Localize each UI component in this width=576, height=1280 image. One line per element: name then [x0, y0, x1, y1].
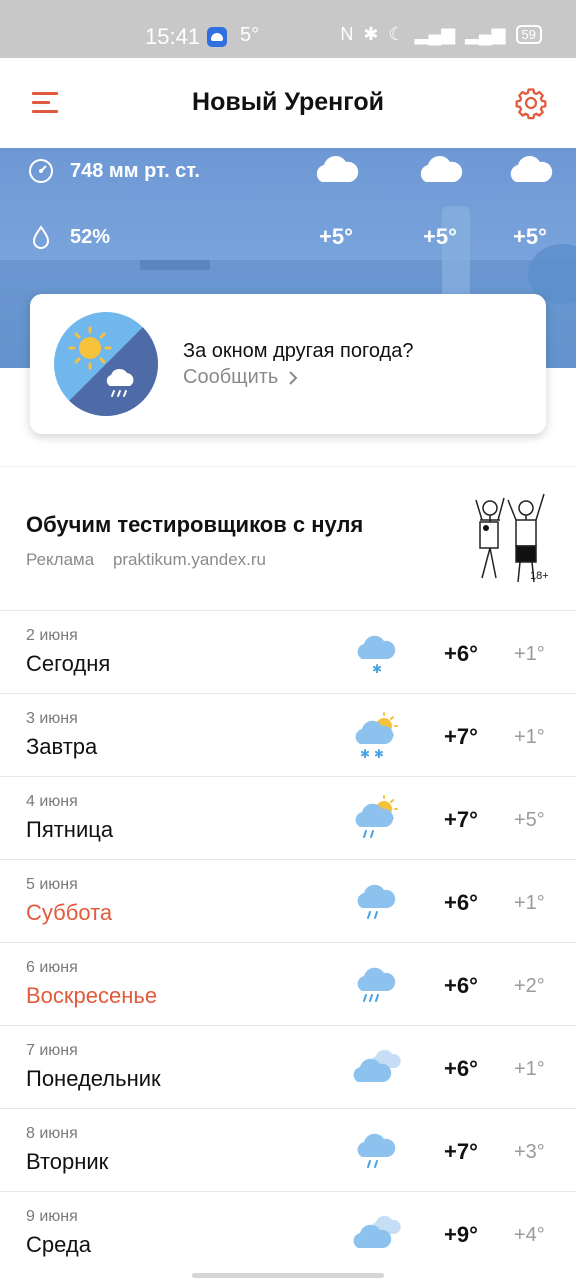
report-question: За окном другая погода? — [183, 340, 414, 362]
sun-cloud-snow-icon: ✱ ✱ — [355, 712, 398, 760]
signal-icon-2: ▂▄▆ — [465, 24, 506, 44]
hourly-temp: +5° — [319, 224, 353, 249]
hourly-temp: +5° — [423, 224, 457, 249]
home-indicator[interactable] — [192, 1273, 384, 1278]
svg-text:✱: ✱ — [372, 662, 382, 676]
signal-icon: ▂▄▆ — [414, 24, 456, 44]
forecast-max-temp: +9° — [444, 1222, 478, 1247]
humidity-value: 52% — [70, 225, 111, 248]
status-temperature: 5° — [240, 24, 260, 46]
forecast-date: 2 июня — [26, 627, 78, 644]
background-ship — [140, 260, 210, 270]
cloud-heavy-rain-icon — [357, 967, 396, 1002]
forecast-row[interactable]: 5 июня Суббота +6° +1° — [0, 859, 576, 942]
forecast-day: Пятница — [26, 817, 114, 842]
forecast-date: 8 июня — [26, 1125, 78, 1142]
pressure-gauge-icon — [29, 159, 53, 183]
forecast-date: 4 июня — [26, 793, 78, 810]
ad-domain[interactable]: praktikum.yandex.ru — [113, 550, 266, 569]
cloudy-icon — [420, 156, 463, 182]
forecast-row[interactable]: 3 июня Завтра ✱ ✱ +7° +1° — [0, 693, 576, 776]
water-drop-icon — [32, 225, 50, 249]
forecast-max-temp: +6° — [444, 641, 478, 666]
report-link-label[interactable]: Сообщить — [183, 366, 278, 389]
forecast-min-temp: +1° — [514, 726, 545, 748]
forecast-row[interactable]: 2 июня Сегодня ✱ +6° +1° — [0, 610, 576, 693]
svg-text:✱ ✱: ✱ ✱ — [360, 747, 384, 760]
forecast-min-temp: +1° — [514, 1058, 545, 1080]
forecast-min-temp: +5° — [514, 809, 545, 831]
forecast-date: 5 июня — [26, 876, 78, 893]
ad-meta: Реклама praktikum.yandex.ru — [26, 550, 266, 570]
hourly-temp: +5° — [513, 224, 547, 249]
forecast-date: 9 июня — [26, 1208, 78, 1225]
forecast-row[interactable]: 6 июня Воскресенье +6° +2° — [0, 942, 576, 1025]
weather-report-card[interactable]: За окном другая погода? Сообщить — [30, 294, 546, 434]
forecast-date: 3 июня — [26, 710, 78, 727]
forecast-day: Завтра — [26, 734, 98, 759]
forecast-date: 7 июня — [26, 1042, 78, 1059]
daily-forecast-list: 2 июня Сегодня ✱ +6° +1° 3 июня Завтра ✱… — [0, 610, 576, 1274]
moon-icon: ☾ — [388, 24, 405, 44]
cloud-snow-icon: ✱ — [357, 635, 396, 676]
battery-icon: 59 — [515, 25, 542, 44]
forecast-max-temp: +7° — [444, 1139, 478, 1164]
forecast-min-temp: +2° — [514, 975, 545, 997]
forecast-min-temp: +1° — [514, 643, 545, 665]
pressure-value: 748 мм рт. ст. — [70, 159, 200, 182]
pressure-stat: 748 мм рт. ст. — [28, 158, 200, 184]
ad-banner[interactable]: Обучим тестировщиков с нуля Реклама prak… — [0, 468, 576, 610]
gear-icon[interactable] — [514, 86, 548, 120]
cloudy-icon — [316, 156, 359, 182]
forecast-min-temp: +3° — [514, 1141, 545, 1163]
forecast-day: Воскресенье — [26, 983, 158, 1008]
forecast-max-temp: +7° — [444, 724, 478, 749]
status-time: 15:41 — [145, 24, 201, 49]
cloudy-icon — [510, 156, 553, 182]
forecast-date: 6 июня — [26, 959, 78, 976]
forecast-day: Суббота — [26, 900, 113, 925]
cloud-rain-icon — [357, 884, 396, 919]
nfc-icon: N — [340, 24, 354, 44]
forecast-row[interactable]: 8 июня Вторник +7° +3° — [0, 1108, 576, 1191]
forecast-row[interactable]: 4 июня Пятница +7° +5° — [0, 776, 576, 859]
ad-label: Реклама — [26, 550, 95, 569]
forecast-day: Сегодня — [26, 651, 111, 676]
forecast-max-temp: +6° — [444, 890, 478, 915]
forecast-row[interactable]: 7 июня Понедельник +6° +1° — [0, 1025, 576, 1108]
cloud-rain-icon — [357, 1133, 396, 1168]
status-bar: 15:41 5° N ✱ ☾ ▂▄▆ ▂▄▆ 59 — [0, 0, 576, 58]
sun-rain-split-icon — [54, 312, 158, 416]
forecast-day: Среда — [26, 1232, 91, 1257]
forecast-row[interactable]: 9 июня Среда +9° +4° — [0, 1191, 576, 1274]
ad-title[interactable]: Обучим тестировщиков с нуля — [26, 512, 363, 538]
section-divider — [0, 466, 576, 467]
forecast-max-temp: +7° — [444, 807, 478, 832]
report-link[interactable]: Сообщить — [183, 366, 298, 389]
overcast-icon — [353, 1049, 401, 1082]
overcast-icon — [353, 1215, 401, 1248]
forecast-max-temp: +6° — [444, 1056, 478, 1081]
forecast-min-temp: +1° — [514, 892, 545, 914]
chevron-right-icon — [289, 370, 298, 385]
forecast-max-temp: +6° — [444, 973, 478, 998]
age-rating: 18+ — [530, 570, 549, 582]
sun-cloud-rain-icon — [355, 795, 398, 838]
android-app-icon — [207, 27, 227, 47]
humidity-stat: 52% — [28, 224, 110, 250]
forecast-min-temp: +4° — [514, 1224, 545, 1246]
system-icons: N ✱ ☾ ▂▄▆ ▂▄▆ 59 — [340, 24, 542, 45]
forecast-day: Вторник — [26, 1149, 109, 1174]
bluetooth-icon: ✱ — [363, 24, 379, 44]
city-title[interactable]: Новый Уренгой — [0, 88, 576, 117]
forecast-day: Понедельник — [26, 1066, 161, 1091]
app-header: Новый Уренгой — [0, 58, 576, 148]
